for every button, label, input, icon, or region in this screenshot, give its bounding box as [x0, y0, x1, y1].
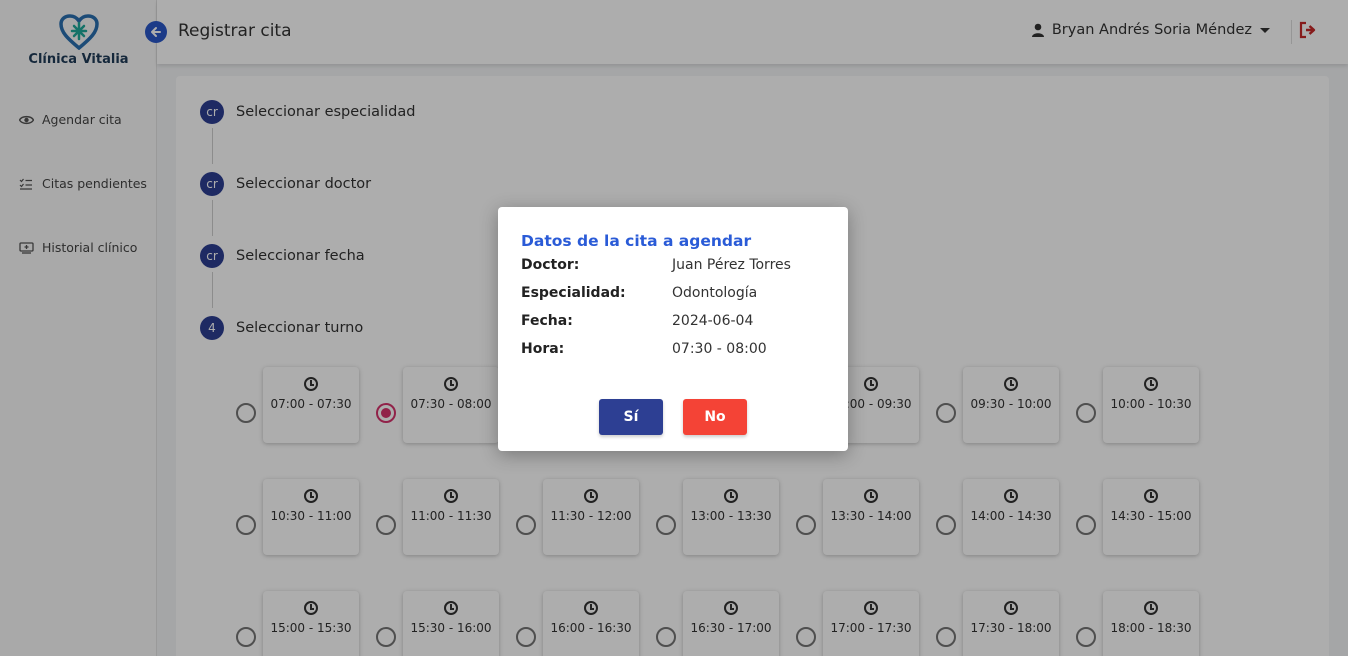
detail-label: Doctor: [521, 257, 580, 273]
dialog-title: Datos de la cita a agendar [521, 232, 752, 250]
detail-label: Fecha: [521, 313, 573, 329]
detail-value: 2024-06-04 [672, 313, 754, 329]
confirm-yes-button[interactable]: Sí [599, 399, 663, 435]
detail-value: Odontología [672, 285, 758, 301]
confirm-no-button[interactable]: No [683, 399, 747, 435]
detail-value: Juan Pérez Torres [672, 257, 791, 273]
detail-value: 07:30 - 08:00 [672, 341, 767, 357]
detail-label: Especialidad: [521, 285, 626, 301]
confirm-appointment-dialog: Datos de la cita a agendar Doctor: Juan … [498, 207, 848, 451]
detail-label: Hora: [521, 341, 565, 357]
